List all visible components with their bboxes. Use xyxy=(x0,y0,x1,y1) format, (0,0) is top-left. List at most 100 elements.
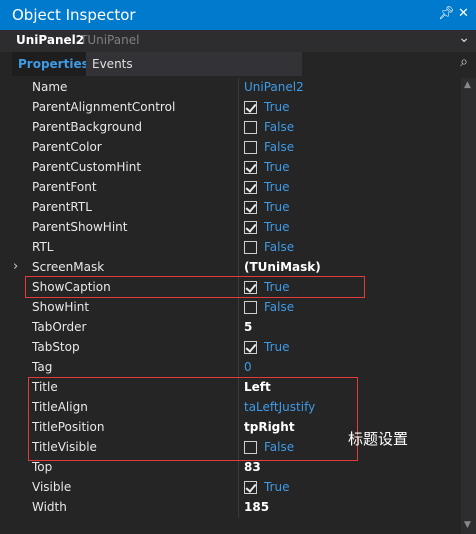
property-checkbox[interactable] xyxy=(244,121,257,134)
property-value[interactable]: (TUniMask) xyxy=(244,260,321,274)
search-icon[interactable]: ⌕ xyxy=(460,54,468,70)
property-value[interactable]: True xyxy=(264,160,290,174)
property-checkbox[interactable] xyxy=(244,101,257,114)
property-name: TabOrder xyxy=(32,320,87,334)
inspector-tabs: Properties Events ⌕ xyxy=(0,52,476,76)
property-checkbox[interactable] xyxy=(244,141,257,154)
object-selector[interactable]: UniPanel2 TUniPanel ⌄ xyxy=(0,30,476,53)
property-name: TitleVisible xyxy=(32,440,97,454)
column-divider xyxy=(238,478,239,498)
pin-icon[interactable]: 📌︎ xyxy=(438,6,455,21)
property-name: ScreenMask xyxy=(32,260,105,274)
column-divider xyxy=(238,238,239,258)
column-divider xyxy=(238,418,239,438)
property-name: ParentBackground xyxy=(32,120,143,134)
column-divider xyxy=(238,318,239,338)
property-row[interactable]: ParentAlignmentControl True xyxy=(0,98,460,118)
property-value[interactable]: tpRight xyxy=(244,420,295,434)
property-row[interactable]: TitleAlign taLeftJustify xyxy=(0,398,460,418)
property-value[interactable]: True xyxy=(264,100,290,114)
property-row[interactable]: ShowHint False xyxy=(0,298,460,318)
property-value[interactable]: Left xyxy=(244,380,271,394)
property-value[interactable]: False xyxy=(264,120,294,134)
property-name: Top xyxy=(32,460,53,474)
property-value[interactable]: True xyxy=(264,480,290,494)
property-row[interactable]: Width 185 xyxy=(0,498,460,518)
property-row[interactable]: Title Left xyxy=(0,378,460,398)
property-checkbox[interactable] xyxy=(244,281,257,294)
property-value[interactable]: 83 xyxy=(244,460,261,474)
property-name: ParentShowHint xyxy=(32,220,128,234)
property-name: Name xyxy=(32,80,68,94)
property-name: ShowCaption xyxy=(32,280,111,294)
property-value[interactable]: UniPanel2 xyxy=(244,80,304,94)
property-row[interactable]: ParentBackground False xyxy=(0,118,460,138)
column-divider xyxy=(238,458,239,478)
property-value[interactable]: taLeftJustify xyxy=(244,400,315,414)
property-row[interactable]: TabOrder 5 xyxy=(0,318,460,338)
property-value[interactable]: 0 xyxy=(244,360,252,374)
property-value[interactable]: True xyxy=(264,180,290,194)
property-value[interactable]: 185 xyxy=(244,500,269,514)
scroll-down-icon[interactable]: ▼ xyxy=(464,520,471,530)
property-row[interactable]: › ScreenMask (TUniMask) xyxy=(0,258,460,278)
property-value[interactable]: True xyxy=(264,340,290,354)
column-divider xyxy=(238,398,239,418)
property-value[interactable]: 5 xyxy=(244,320,252,334)
column-divider xyxy=(238,338,239,358)
object-name: UniPanel2 xyxy=(16,33,85,47)
property-value[interactable]: True xyxy=(264,280,290,294)
property-checkbox[interactable] xyxy=(244,481,257,494)
property-name: Visible xyxy=(32,480,72,494)
property-name: ParentRTL xyxy=(32,200,92,214)
property-value[interactable]: True xyxy=(264,220,290,234)
property-value[interactable]: False xyxy=(264,300,294,314)
property-row[interactable]: ShowCaption True xyxy=(0,278,460,298)
column-divider xyxy=(238,298,239,318)
property-row[interactable]: Visible True xyxy=(0,478,460,498)
property-checkbox[interactable] xyxy=(244,341,257,354)
column-divider xyxy=(238,438,239,458)
property-checkbox[interactable] xyxy=(244,441,257,454)
property-row[interactable]: RTL False xyxy=(0,238,460,258)
property-row[interactable]: ParentFont True xyxy=(0,178,460,198)
property-name: RTL xyxy=(32,240,54,254)
property-checkbox[interactable] xyxy=(244,301,257,314)
property-name: ShowHint xyxy=(32,300,90,314)
property-row[interactable]: ParentRTL True xyxy=(0,198,460,218)
property-name: TabStop xyxy=(32,340,80,354)
chevron-right-icon[interactable]: › xyxy=(13,259,18,274)
tab-properties[interactable]: Properties xyxy=(12,52,94,76)
property-row[interactable]: ParentColor False xyxy=(0,138,460,158)
property-name: ParentColor xyxy=(32,140,102,154)
property-name: Width xyxy=(32,500,67,514)
property-row[interactable]: ParentCustomHint True xyxy=(0,158,460,178)
column-divider xyxy=(238,78,239,98)
tab-events[interactable]: Events xyxy=(86,52,302,76)
annotation-note: 标题设置 xyxy=(348,430,409,448)
scroll-up-icon[interactable]: ▲ xyxy=(464,80,471,90)
column-divider xyxy=(238,378,239,398)
column-divider xyxy=(238,278,239,298)
property-checkbox[interactable] xyxy=(244,221,257,234)
property-row[interactable]: Name UniPanel2 xyxy=(0,78,460,98)
property-checkbox[interactable] xyxy=(244,181,257,194)
property-value[interactable]: False xyxy=(264,140,294,154)
property-value[interactable]: False xyxy=(264,440,294,454)
property-value[interactable]: False xyxy=(264,240,294,254)
column-divider xyxy=(238,178,239,198)
property-row[interactable]: Top 83 xyxy=(0,458,460,478)
property-row[interactable]: TabStop True xyxy=(0,338,460,358)
property-checkbox[interactable] xyxy=(244,241,257,254)
close-icon[interactable]: ✕ xyxy=(458,6,469,21)
property-checkbox[interactable] xyxy=(244,201,257,214)
chevron-down-icon[interactable]: ⌄ xyxy=(458,30,470,46)
vertical-scrollbar[interactable]: ▲ ▼ xyxy=(461,78,476,534)
property-name: Tag xyxy=(32,360,53,374)
property-value[interactable]: True xyxy=(264,200,290,214)
property-row[interactable]: ParentShowHint True xyxy=(0,218,460,238)
property-row[interactable]: Tag 0 xyxy=(0,358,460,378)
object-type: TUniPanel xyxy=(80,33,140,47)
title-bar: Object Inspector 📌︎ ✕ xyxy=(0,0,476,30)
property-checkbox[interactable] xyxy=(244,161,257,174)
